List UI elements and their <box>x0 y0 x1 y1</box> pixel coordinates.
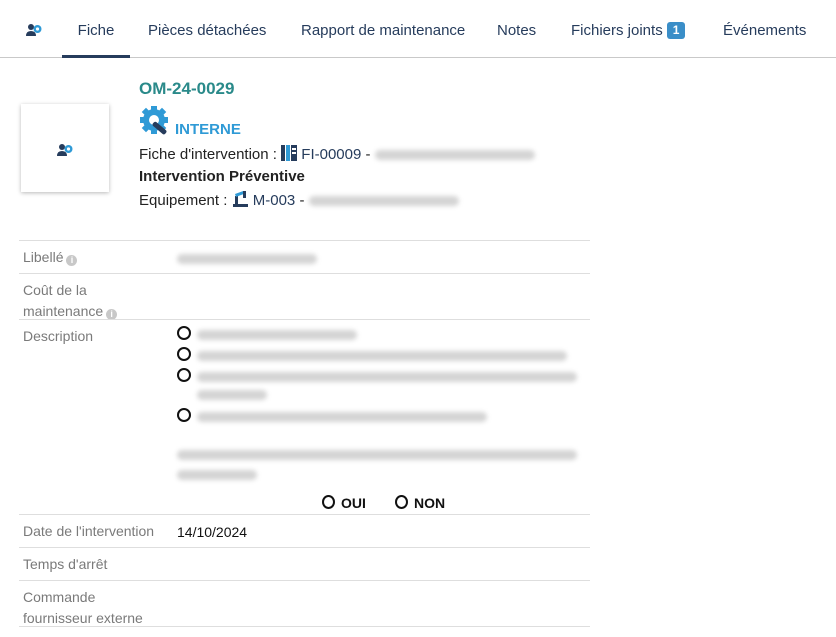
radio-icon <box>322 495 335 509</box>
fiche-label: Fiche d'intervention : <box>139 146 277 163</box>
tab-fichiers-joints[interactable]: Fichiers joints 1 <box>571 0 686 58</box>
fiche-separator: - <box>365 146 371 163</box>
description-label: Description <box>23 328 94 344</box>
field-label: Coût de la maintenance i <box>23 280 163 322</box>
equipment-line: Equipement : M-003 - <box>139 190 459 209</box>
bullet-icon <box>177 347 191 361</box>
bullet-icon <box>177 408 191 422</box>
fiche-intervention-line: Fiche d'intervention : FI-00009 - <box>139 145 535 163</box>
tab-fiche[interactable]: Fiche <box>62 0 130 58</box>
intervention-type: INTERNE <box>175 121 241 138</box>
choice-oui[interactable]: OUI <box>322 495 366 511</box>
commande-label: Commande fournisseur externe <box>23 589 143 626</box>
date-label: Date de l'intervention <box>23 523 155 539</box>
gear-wrench-icon <box>140 106 168 135</box>
order-reference: OM-24-0029 <box>139 79 235 98</box>
info-icon[interactable]: i <box>66 255 78 266</box>
field-label: Libellé i <box>23 247 163 268</box>
libelle-label: Libellé <box>23 249 64 265</box>
choice-non-label: NON <box>414 495 446 511</box>
radio-icon <box>395 495 408 509</box>
field-row-commande: Commande fournisseur externe <box>19 580 590 627</box>
redacted-text <box>177 470 257 480</box>
fiche-intervention-link[interactable]: FI-00009 <box>301 146 361 163</box>
tab-rapport-maintenance[interactable]: Rapport de maintenance <box>301 0 465 58</box>
tab-notes[interactable]: Notes <box>497 0 536 58</box>
field-row-description: Description OUI NON <box>19 319 590 514</box>
redacted-text <box>374 150 535 161</box>
date-value: 14/10/2024 <box>177 524 248 540</box>
tab-bar: Fiche Pièces détachées Rapport de mainte… <box>0 0 836 58</box>
bullet-icon <box>177 368 191 382</box>
choice-oui-label: OUI <box>341 495 366 511</box>
libelle-value <box>177 250 317 266</box>
choice-non[interactable]: NON <box>395 495 445 511</box>
tab-fichiers-joints-label: Fichiers joints <box>571 22 663 39</box>
redacted-text <box>308 196 459 207</box>
record-thumbnail <box>21 104 109 192</box>
temps-arret-label: Temps d'arrêt <box>23 556 108 572</box>
attachments-count-badge: 1 <box>666 22 686 39</box>
equipment-link[interactable]: M-003 <box>253 192 296 209</box>
bullet-icon <box>177 326 191 340</box>
redacted-text <box>197 372 577 382</box>
field-row-cout: Coût de la maintenance i <box>19 273 590 322</box>
field-row-libelle: Libellé i <box>19 240 590 273</box>
redacted-text <box>177 254 317 265</box>
redacted-text <box>177 450 577 460</box>
redacted-text <box>197 412 487 422</box>
field-row-date: Date de l'intervention 14/10/2024 <box>19 514 590 547</box>
machine-arm-icon <box>232 190 248 207</box>
redacted-text <box>197 390 267 400</box>
maintenance-user-icon <box>57 144 73 156</box>
document-list-icon <box>281 145 298 161</box>
equipment-separator: - <box>299 192 305 209</box>
tab-pieces-detachees[interactable]: Pièces détachées <box>148 0 266 58</box>
tab-evenements[interactable]: Événements <box>723 0 806 58</box>
redacted-text <box>197 330 357 340</box>
redacted-text <box>197 351 567 361</box>
intervention-title: Intervention Préventive <box>139 168 305 185</box>
cout-label: Coût de la maintenance <box>23 282 104 319</box>
maintenance-user-icon[interactable] <box>26 22 42 38</box>
field-row-temps-arret: Temps d'arrêt <box>19 547 590 580</box>
equipment-label: Equipement : <box>139 192 228 209</box>
details-table: Libellé i Coût de la maintenance i Descrip… <box>19 240 590 627</box>
